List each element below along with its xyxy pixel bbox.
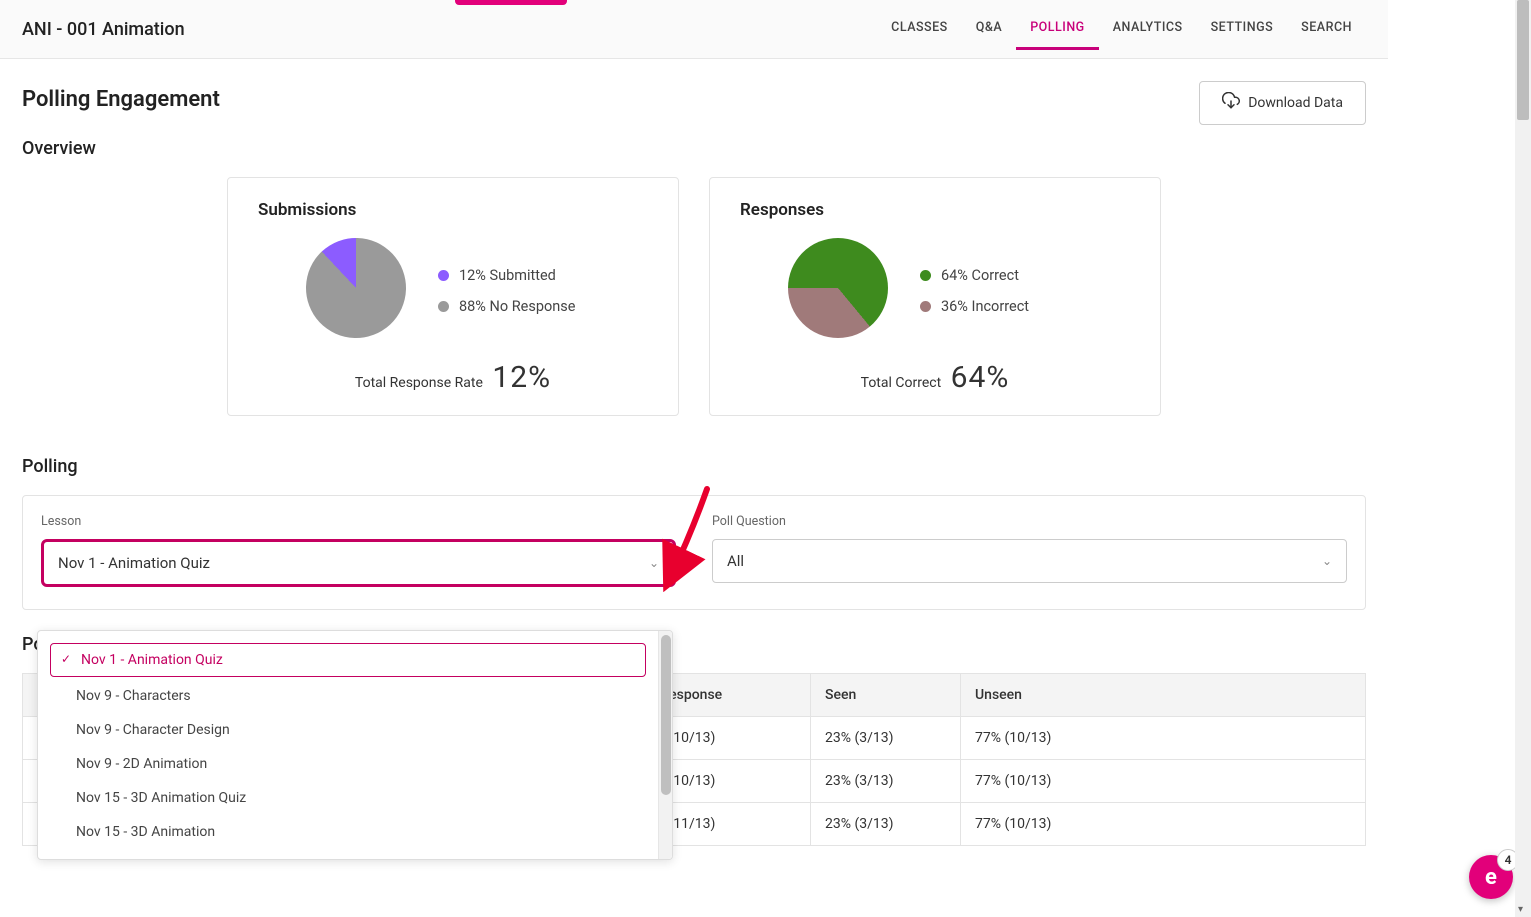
cloud-download-icon <box>1222 92 1240 114</box>
scroll-down-icon[interactable]: ▾ <box>1518 904 1523 915</box>
tab-qa[interactable]: Q&A <box>962 8 1016 50</box>
cell-unseen: 77% (10/13) <box>961 717 1366 760</box>
dot-icon <box>920 270 931 281</box>
download-data-button[interactable]: Download Data <box>1199 81 1366 125</box>
legend-submitted: 12% Submitted <box>438 267 575 284</box>
cell-seen: 23% (3/13) <box>811 803 961 846</box>
tab-polling[interactable]: POLLING <box>1016 8 1099 50</box>
legend-submitted-label: 12% Submitted <box>459 267 556 284</box>
scroll-thumb[interactable] <box>1517 0 1529 120</box>
lesson-option[interactable]: Nov 9 - Character Design <box>46 713 650 747</box>
submissions-pie <box>285 217 426 358</box>
dot-icon <box>920 301 931 312</box>
total-correct-value: 64% <box>951 360 1010 395</box>
dropdown-scrollbar[interactable] <box>658 631 672 859</box>
download-label: Download Data <box>1248 95 1343 111</box>
submissions-card: Submissions 12% Submitted 88% No Respons… <box>227 177 679 416</box>
legend-incorrect-label: 36% Incorrect <box>941 298 1029 315</box>
scroll-thumb[interactable] <box>661 635 671 795</box>
legend-noresp-label: 88% No Response <box>459 298 575 315</box>
header-tabs: CLASSES Q&A POLLING ANALYTICS SETTINGS S… <box>877 8 1366 50</box>
lesson-select-value: Nov 1 - Animation Quiz <box>58 554 210 572</box>
page-scrollbar[interactable]: ▴ ▾ <box>1515 0 1531 917</box>
lesson-option[interactable]: Nov 9 - 2D Animation <box>46 747 650 781</box>
cell-seen: 23% (3/13) <box>811 717 961 760</box>
legend-incorrect: 36% Incorrect <box>920 298 1029 315</box>
col-seen: Seen <box>811 674 961 717</box>
chevron-down-icon: ⌄ <box>1322 554 1332 568</box>
accent-bar <box>455 0 567 5</box>
cell-seen: 23% (3/13) <box>811 760 961 803</box>
cell-unseen: 77% (10/13) <box>961 803 1366 846</box>
poll-question-select[interactable]: All ⌄ <box>712 539 1347 583</box>
lesson-option[interactable]: Nov 15 - 3D Animation Quiz <box>46 781 650 815</box>
cell-unseen: 77% (10/13) <box>961 760 1366 803</box>
responses-title: Responses <box>740 200 1130 220</box>
legend-correct: 64% Correct <box>920 267 1029 284</box>
poll-question-label: Poll Question <box>712 514 1347 529</box>
overview-heading: Overview <box>22 138 1366 159</box>
dot-icon <box>438 301 449 312</box>
responses-pie <box>788 238 888 338</box>
lesson-option[interactable]: Nov 9 - Characters <box>46 679 650 713</box>
lesson-option-selected[interactable]: Nov 1 - Animation Quiz <box>50 643 646 677</box>
total-response-value: 12% <box>492 360 551 395</box>
chevron-down-icon: ⌄ <box>649 556 659 570</box>
tab-search[interactable]: SEARCH <box>1287 8 1366 50</box>
help-badge[interactable]: e 4 <box>1469 855 1513 899</box>
poll-question-value: All <box>727 552 744 570</box>
lesson-select[interactable]: Nov 1 - Animation Quiz ⌄ <box>41 539 676 587</box>
col-unseen: Unseen <box>961 674 1366 717</box>
total-response-label: Total Response Rate <box>355 375 483 391</box>
polling-heading: Polling <box>22 456 1366 477</box>
course-title: ANI - 001 Animation <box>22 19 185 40</box>
legend-noresp: 88% No Response <box>438 298 575 315</box>
submissions-title: Submissions <box>258 200 648 220</box>
legend-correct-label: 64% Correct <box>941 267 1019 284</box>
filter-box: Lesson Nov 1 - Animation Quiz ⌄ Poll Que… <box>22 495 1366 610</box>
tab-analytics[interactable]: ANALYTICS <box>1099 8 1197 50</box>
lesson-option[interactable]: Nov 15 - 3D Animation <box>46 815 650 849</box>
lesson-label: Lesson <box>41 514 676 529</box>
page-title: Polling Engagement <box>22 87 220 112</box>
total-correct-label: Total Correct <box>861 375 942 391</box>
dot-icon <box>438 270 449 281</box>
header-bar: ANI - 001 Animation CLASSES Q&A POLLING … <box>0 0 1388 59</box>
tab-settings[interactable]: SETTINGS <box>1197 8 1288 50</box>
tab-classes[interactable]: CLASSES <box>877 8 962 50</box>
responses-card: Responses 64% Correct 36% Incorrect <box>709 177 1161 416</box>
lesson-dropdown: Nov 1 - Animation Quiz Nov 9 - Character… <box>37 630 673 860</box>
